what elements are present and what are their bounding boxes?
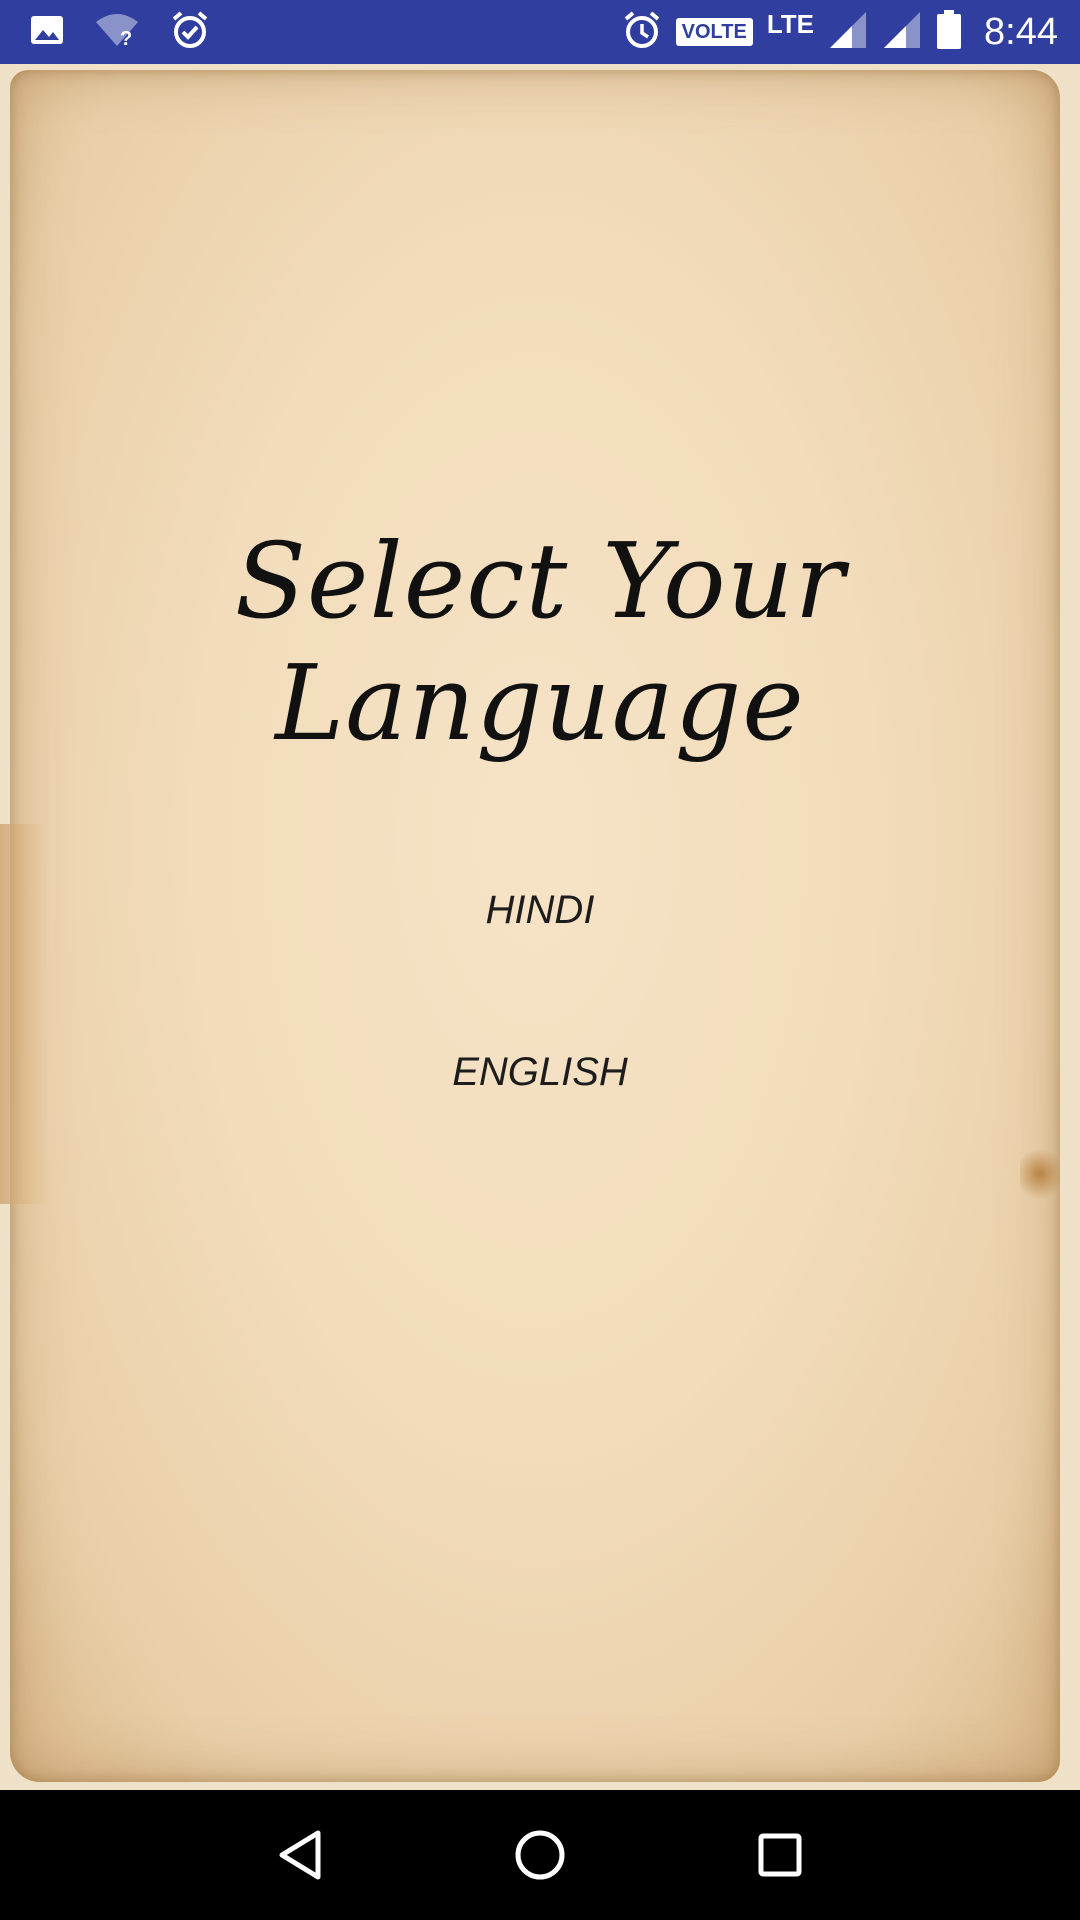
recents-icon[interactable] (750, 1825, 810, 1885)
signal-icon (828, 10, 868, 55)
wifi-question-icon: ? (94, 12, 140, 53)
language-option-hindi[interactable]: HINDI (0, 888, 1080, 933)
alarm-check-icon (170, 10, 210, 55)
signal-icon (882, 10, 922, 55)
status-bar-right: VOLTE LTE 8:44 (608, 8, 1058, 55)
volte-badge: VOLTE (675, 18, 753, 46)
status-clock: 8:44 (984, 10, 1058, 53)
navigation-bar (0, 1790, 1080, 1920)
parchment-edge (0, 824, 48, 1204)
parchment-stain (1020, 1144, 1060, 1204)
home-icon[interactable] (510, 1825, 570, 1885)
back-icon[interactable] (270, 1825, 330, 1885)
language-option-english[interactable]: ENGLISH (0, 1050, 1080, 1095)
status-bar-left: ? (30, 10, 240, 55)
page-title: Select Your Language (234, 520, 846, 764)
lte-label: LTE (766, 8, 815, 39)
image-icon (30, 13, 64, 52)
svg-text:?: ? (120, 28, 132, 48)
battery-icon (936, 9, 962, 55)
alarm-icon (622, 10, 662, 55)
status-bar: ? VOLTE LTE 8:44 (0, 0, 1080, 64)
